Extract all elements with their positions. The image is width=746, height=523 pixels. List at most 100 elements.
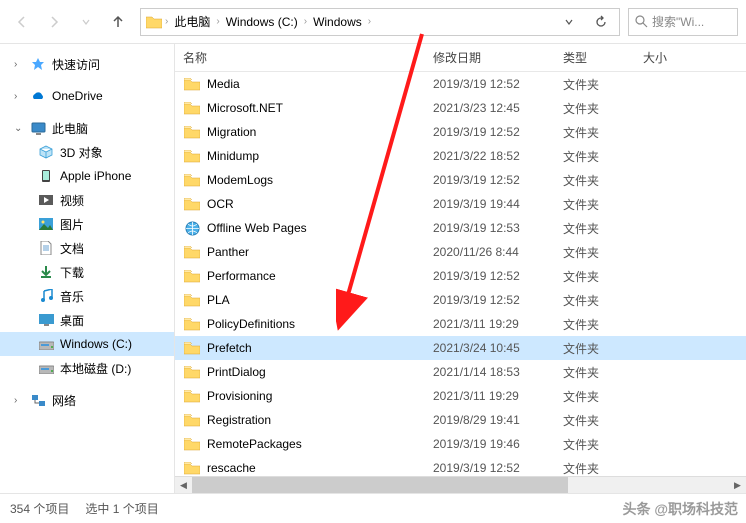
nav-item[interactable]: 图片 [0,212,174,236]
star-icon [30,56,46,72]
chevron-right-icon[interactable]: › [14,91,24,102]
back-button[interactable] [8,8,36,36]
refresh-button[interactable] [587,8,615,36]
chevron-right-icon[interactable]: › [302,16,309,27]
folder-icon [183,461,201,475]
breadcrumb-segment[interactable]: Windows (C:) [222,15,302,29]
download-icon [38,264,54,280]
scroll-track[interactable] [192,477,729,493]
desktop-icon [38,312,54,328]
column-header-name[interactable]: 名称 [183,49,433,66]
breadcrumb-segment[interactable]: Windows [309,15,366,29]
nav-this-pc[interactable]: ⌄ 此电脑 [0,116,174,140]
table-row[interactable]: Prefetch2021/3/24 10:45文件夹 [175,336,746,360]
nav-item[interactable]: 3D 对象 [0,140,174,164]
up-button[interactable] [104,8,132,36]
nav-item-label: 图片 [60,216,84,233]
chevron-right-icon[interactable]: › [163,16,170,27]
nav-label: 网络 [52,392,76,409]
file-name: OCR [207,197,433,211]
file-date: 2019/8/29 19:41 [433,413,563,427]
folder-icon [183,317,201,331]
table-row[interactable]: Registration2019/8/29 19:41文件夹 [175,408,746,432]
phone-icon [38,168,54,184]
nav-item[interactable]: 音乐 [0,284,174,308]
file-type: 文件夹 [563,412,643,429]
file-date: 2021/1/14 18:53 [433,365,563,379]
folder-icon [183,173,201,187]
search-icon [635,15,648,28]
table-row[interactable]: ModemLogs2019/3/19 12:52文件夹 [175,168,746,192]
file-date: 2021/3/23 12:45 [433,101,563,115]
status-item-count: 354 个项目 [10,500,69,517]
nav-item[interactable]: Windows (C:) [0,332,174,356]
column-header-type[interactable]: 类型 [563,49,643,66]
breadcrumb-segment[interactable]: 此电脑 [170,13,214,30]
scroll-left-button[interactable]: ◀ [175,477,192,494]
file-type: 文件夹 [563,436,643,453]
table-row[interactable]: PrintDialog2021/1/14 18:53文件夹 [175,360,746,384]
cube-icon [38,144,54,160]
nav-item[interactable]: 下载 [0,260,174,284]
file-type: 文件夹 [563,124,643,141]
table-row[interactable]: Microsoft.NET2021/3/23 12:45文件夹 [175,96,746,120]
table-row[interactable]: Migration2019/3/19 12:52文件夹 [175,120,746,144]
network-icon [30,392,46,408]
nav-item[interactable]: 视频 [0,188,174,212]
file-date: 2020/11/26 8:44 [433,245,563,259]
nav-item[interactable]: 桌面 [0,308,174,332]
table-row[interactable]: Media2019/3/19 12:52文件夹 [175,72,746,96]
column-header-size[interactable]: 大小 [643,49,746,66]
nav-item[interactable]: 本地磁盘 (D:) [0,356,174,380]
table-row[interactable]: Panther2020/11/26 8:44文件夹 [175,240,746,264]
file-date: 2019/3/19 12:52 [433,125,563,139]
file-date: 2019/3/19 12:53 [433,221,563,235]
table-row[interactable]: RemotePackages2019/3/19 19:46文件夹 [175,432,746,456]
chevron-down-icon[interactable]: ⌄ [14,123,24,134]
file-date: 2021/3/11 19:29 [433,389,563,403]
file-name: Registration [207,413,433,427]
nav-item-label: 桌面 [60,312,84,329]
file-type: 文件夹 [563,196,643,213]
nav-item[interactable]: Apple iPhone [0,164,174,188]
file-name: PLA [207,293,433,307]
nav-network[interactable]: › 网络 [0,388,174,412]
chevron-right-icon[interactable]: › [214,16,221,27]
chevron-right-icon[interactable]: › [14,59,24,70]
table-row[interactable]: OCR2019/3/19 19:44文件夹 [175,192,746,216]
address-bar[interactable]: › 此电脑›Windows (C:)›Windows› [140,8,620,36]
table-row[interactable]: Provisioning2021/3/11 19:29文件夹 [175,384,746,408]
file-name: Prefetch [207,341,433,355]
status-selected-count: 选中 1 个项目 [85,500,158,517]
horizontal-scrollbar[interactable]: ◀ ▶ [175,476,746,493]
recent-dropdown[interactable] [72,8,100,36]
doc-icon [38,240,54,256]
file-date: 2021/3/22 18:52 [433,149,563,163]
column-header-date[interactable]: 修改日期 [433,49,563,66]
file-date: 2019/3/19 19:46 [433,437,563,451]
search-input[interactable]: 搜索"Wi... [628,8,738,36]
chevron-down-icon[interactable] [555,8,583,36]
forward-button[interactable] [40,8,68,36]
table-row[interactable]: PLA2019/3/19 12:52文件夹 [175,288,746,312]
chevron-right-icon[interactable]: › [14,395,24,406]
table-row[interactable]: Minidump2021/3/22 18:52文件夹 [175,144,746,168]
table-row[interactable]: rescache2019/3/19 12:52文件夹 [175,456,746,476]
scroll-thumb[interactable] [192,477,568,493]
monitor-icon [30,120,46,136]
file-date: 2021/3/11 19:29 [433,317,563,331]
table-row[interactable]: Performance2019/3/19 12:52文件夹 [175,264,746,288]
file-name: Migration [207,125,433,139]
file-list[interactable]: Media2019/3/19 12:52文件夹Microsoft.NET2021… [175,72,746,476]
folder-icon [183,341,201,355]
folder-icon [183,125,201,139]
globe-icon [183,221,201,235]
nav-quick-access[interactable]: › 快速访问 [0,52,174,76]
scroll-right-button[interactable]: ▶ [729,477,746,494]
nav-item[interactable]: 文档 [0,236,174,260]
nav-onedrive[interactable]: › OneDrive [0,84,174,108]
table-row[interactable]: Offline Web Pages2019/3/19 12:53文件夹 [175,216,746,240]
table-row[interactable]: PolicyDefinitions2021/3/11 19:29文件夹 [175,312,746,336]
file-type: 文件夹 [563,220,643,237]
chevron-right-icon[interactable]: › [366,16,373,27]
